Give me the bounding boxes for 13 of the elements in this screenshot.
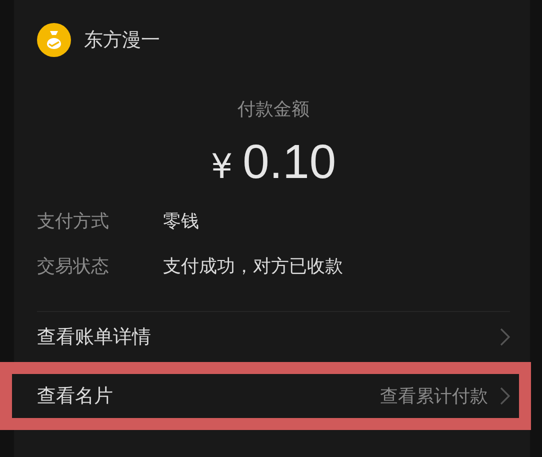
merchant-name: 东方漫一: [84, 28, 160, 53]
chevron-right-icon: [500, 387, 510, 405]
currency-symbol: ¥: [210, 147, 233, 187]
link-row[interactable]: 查看名片 查看累计付款: [0, 362, 531, 430]
detail-label: 交易状态: [37, 254, 110, 278]
chevron-right-icon: [500, 328, 510, 346]
detail-value: 支付成功，对方已收款: [163, 254, 343, 278]
link-row[interactable]: 查看账单详情: [37, 312, 510, 362]
detail-label: 支付方式: [37, 210, 110, 232]
detail-value: 零钱: [163, 210, 199, 232]
amount-value: 0.10: [242, 135, 336, 190]
amount-label: 付款金额: [236, 98, 310, 121]
money-bag-icon: [37, 23, 71, 57]
